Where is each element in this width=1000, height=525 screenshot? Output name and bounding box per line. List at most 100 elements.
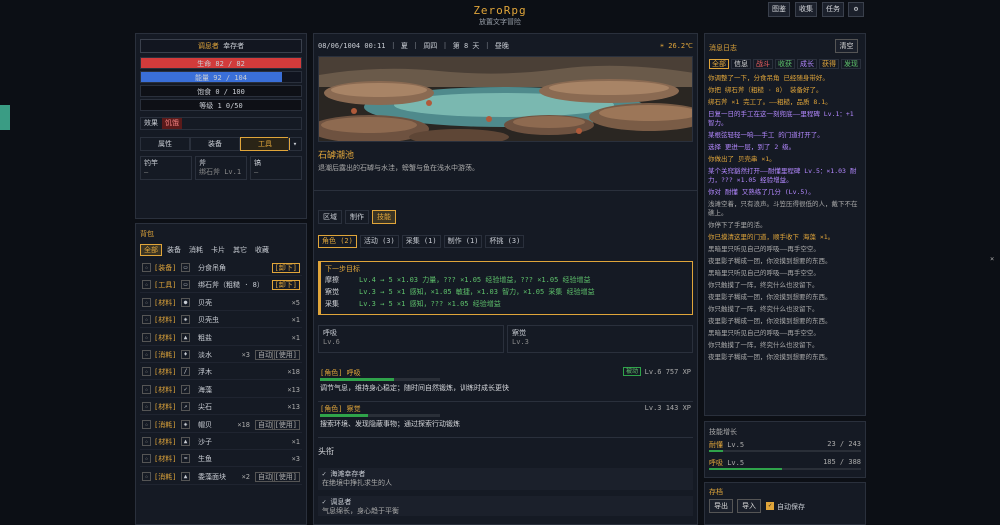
skill-row-breath[interactable]: [角色] 呼吸 被动 Lv.6 757 XP 调节气息，维持身心稳定；随时间自然… <box>318 366 693 402</box>
bag-tab-equip[interactable]: 装备 <box>164 244 184 256</box>
slot-pickaxe[interactable]: 镐 — <box>250 156 302 180</box>
save-title: 存档 <box>709 488 723 496</box>
log-line: 你调整了一下，分食吊角 已经随身带好。 <box>708 74 829 82</box>
log-tab-growth[interactable]: 成长 <box>797 59 817 69</box>
title-item[interactable]: ✓ 海滩幸存者 在绝境中挣扎求生的人 <box>318 468 693 490</box>
list-item[interactable]: ☆ [材料] ↗ 尖石 ×13 <box>140 400 302 416</box>
slot-rod[interactable]: 钓竿 — <box>140 156 192 180</box>
use-button[interactable]: [使用] <box>271 350 300 360</box>
bag-tab-fav[interactable]: 收藏 <box>252 244 272 256</box>
tab-skills[interactable]: 技能 <box>372 210 396 224</box>
star-icon[interactable]: ☆ <box>142 280 151 290</box>
log-tab-harvest[interactable]: 收获 <box>775 59 795 69</box>
skill-progress <box>320 414 440 417</box>
growth-row: 耐懂 Lv.5 23 / 243 <box>709 440 861 454</box>
list-item[interactable]: ☆ [消耗] ◈ 帽贝 ×18 自动 [使用] <box>140 418 302 433</box>
slot-axe[interactable]: 斧绑石斧 Lv.1 <box>195 156 247 180</box>
star-icon[interactable]: ☆ <box>142 315 151 325</box>
list-item[interactable]: ☆ [材料] ◈ 贝壳虫 ×1 <box>140 313 302 329</box>
star-icon[interactable]: ☆ <box>142 367 151 377</box>
star-icon[interactable]: ☆ <box>142 263 151 272</box>
next-goal-box: 下一步目标 摩擦 Lv.4 → 5 ×1.03 力量，??? ×1.05 经验增益… <box>318 261 693 315</box>
star-icon[interactable]: ☆ <box>142 454 151 464</box>
subtab-other[interactable]: 杯挑 (3) <box>485 235 525 248</box>
list-item[interactable]: ☆ [工具] ▭ 绑石斧（粗糙 · 8） [卸下] <box>140 278 302 294</box>
subtab-craft[interactable]: 制作 (1) <box>443 235 483 248</box>
subtab-role[interactable]: 角色 (2) <box>318 235 357 248</box>
left-edge-tab[interactable] <box>0 105 10 130</box>
clear-log-button[interactable]: 清空 <box>835 39 858 53</box>
log-tab-battle[interactable]: 战斗 <box>753 59 773 69</box>
unequip-button[interactable]: [卸下] <box>271 280 300 291</box>
star-icon[interactable]: ☆ <box>142 297 151 307</box>
unequip-button[interactable]: [卸下] <box>271 263 300 273</box>
tab-attributes[interactable]: 属性 <box>140 137 190 151</box>
star-icon[interactable]: ☆ <box>142 419 151 429</box>
list-item[interactable]: ☆ [材料] ≈ 生鱼 ×3 <box>140 452 302 468</box>
export-button[interactable]: 导出 <box>709 499 733 513</box>
subtab-activity[interactable]: 活动 (3) <box>359 235 399 248</box>
bag-title: 背包 <box>140 230 154 238</box>
tab-area[interactable]: 区域 <box>318 210 342 224</box>
collection-button[interactable]: 收集 <box>795 2 817 17</box>
list-item[interactable]: ☆ [材料] ● 贝壳 ×5 <box>140 296 302 311</box>
import-button[interactable]: 导入 <box>737 499 761 513</box>
subtab-gather[interactable]: 采集 (1) <box>401 235 441 248</box>
list-item[interactable]: ☆ [材料] ▲ 粗盐 ×1 <box>140 331 302 346</box>
use-button[interactable]: [使用] <box>271 419 300 430</box>
gear-icon[interactable]: ⚙ <box>848 2 864 17</box>
log-line: 浅滩空着，只有浪声。斗笠压得很低的人，戴下不在礁上。 <box>708 200 858 217</box>
list-item[interactable]: ☆ [材料] ▲ 沙子 ×1 <box>140 435 302 450</box>
bag-tab-all[interactable]: 全部 <box>140 244 162 256</box>
log-list[interactable]: 你调整了一下，分食吊角 已经随身带好。 你把 绑石斧（粗糙 · 8） 装备好了。绑… <box>708 74 862 412</box>
star-icon[interactable]: ☆ <box>142 384 151 394</box>
titles-section-heading: 头衔 <box>318 447 334 456</box>
item-icon: ↗ <box>181 402 190 412</box>
log-line: 黑暗里只听见自己的呼吸——再手空空。 <box>708 269 820 277</box>
bag-tab-other[interactable]: 其它 <box>230 244 250 256</box>
log-tabs: 全部 信息 战斗 收获 成长 获得 发现 <box>709 59 861 69</box>
log-tab-info[interactable]: 信息 <box>731 59 751 69</box>
star-icon[interactable]: ☆ <box>142 471 151 481</box>
level-bar: 等级 1 0/50 <box>140 99 302 111</box>
main-tabs: 区域 制作 技能 <box>318 210 396 224</box>
list-item[interactable]: ☆ [材料] ✓ 海藻 ×13 <box>140 383 302 398</box>
skill-row-perception[interactable]: [角色] 察觉 Lv.3 143 XP 搜索环境、发现隐蔽事物；通过探索行动锻炼 <box>318 402 693 438</box>
energy-bar: 能量 92 / 104 <box>140 71 302 83</box>
log-line: 你停下了手里的活。 <box>708 221 767 229</box>
tab-equipment[interactable]: 装备 <box>190 137 240 151</box>
bag-tab-consume[interactable]: 消耗 <box>186 244 206 256</box>
item-icon: ◈ <box>181 419 190 429</box>
list-item[interactable]: ☆ [装备] ▭ 分食吊角 [卸下] <box>140 261 302 276</box>
star-icon[interactable]: ☆ <box>142 402 151 412</box>
log-line: 某个关窍豁然打开——耐懂里程碑 Lv.5：×1.03 耐力，??? ×1.05 … <box>708 167 857 184</box>
skill-card-breath[interactable]: 呼吸 Lv.6 <box>318 325 504 353</box>
tab-craft[interactable]: 制作 <box>345 210 369 224</box>
location-description: 退潮后露出的石罅与水洼，螃蟹与鱼在浅水中游荡。 <box>318 164 479 172</box>
tab-tools[interactable]: 工具 <box>240 137 290 151</box>
quest-button[interactable]: 任务 <box>822 2 844 17</box>
star-icon[interactable]: ☆ <box>142 437 151 446</box>
chevron-down-icon[interactable]: ▾ <box>288 137 302 151</box>
log-tab-gain[interactable]: 获得 <box>819 59 839 69</box>
star-icon[interactable]: ☆ <box>142 350 151 359</box>
star-icon[interactable]: ☆ <box>142 332 151 342</box>
title-item[interactable]: ✓ 调息者 气息绵长，身心趋于平衡 <box>318 496 693 516</box>
skill-card-perception[interactable]: 察觉 Lv.3 <box>507 325 693 353</box>
bag-tab-card[interactable]: 卡片 <box>208 244 228 256</box>
autosave-checkbox[interactable]: ✓ <box>766 502 774 510</box>
list-item[interactable]: ☆ [消耗] ♦ 淡水 ×3 自动 [使用] <box>140 348 302 363</box>
use-button[interactable]: [使用] <box>271 471 300 482</box>
codex-button[interactable]: 图鉴 <box>768 2 790 17</box>
list-item[interactable]: ☆ [消耗] ▲ 委藻面块 ×2 自动 [使用] <box>140 470 302 485</box>
growth-row: 呼吸 Lv.5 185 / 388 <box>709 458 861 472</box>
passive-badge: 被动 <box>622 367 641 376</box>
log-line: 你已摸清这里的门道，顺手收下 海藻 ×1。 <box>708 233 835 241</box>
effect-row: 效果 饥饿 <box>140 117 302 130</box>
log-tab-discover[interactable]: 发现 <box>841 59 861 69</box>
skill-progress <box>320 378 440 381</box>
log-tab-all[interactable]: 全部 <box>709 59 729 69</box>
close-icon[interactable]: × <box>990 255 994 263</box>
item-icon: ▭ <box>181 280 190 290</box>
list-item[interactable]: ☆ [材料] / 浮木 ×18 <box>140 365 302 381</box>
